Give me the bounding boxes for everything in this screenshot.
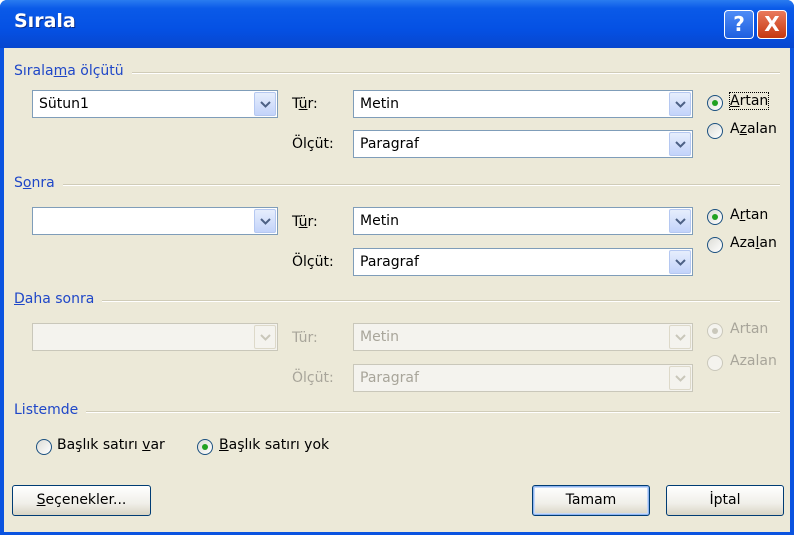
cancel-button[interactable]: İptal xyxy=(666,485,784,516)
sort-by-type-value: Metin xyxy=(360,96,399,112)
then-by-2-type-select[interactable]: Metin xyxy=(353,323,693,351)
help-button[interactable]: ? xyxy=(724,10,754,39)
sort-by-type-select[interactable]: Metin xyxy=(353,90,693,118)
then-by-2-descending-label[interactable]: Azalan xyxy=(730,353,777,369)
chevron-down-icon[interactable] xyxy=(254,209,276,233)
dialog-title: Sırala xyxy=(14,10,76,32)
close-button[interactable]: X xyxy=(757,10,787,39)
sort-by-type-label: Tür: xyxy=(292,96,318,112)
then-by-descending-radio[interactable] xyxy=(707,237,723,253)
sort-by-using-label: Ölçüt: xyxy=(292,136,334,152)
then-by-2-using-value: Paragraf xyxy=(360,370,419,386)
then-by-using-label: Ölçüt: xyxy=(292,254,334,270)
then-by-2-ascending-label[interactable]: Artan xyxy=(730,321,768,337)
no-header-row-label[interactable]: Başlık satırı yok xyxy=(219,437,329,453)
sort-by-column-value: Sütun1 xyxy=(39,96,89,112)
then-by-2-descending-radio[interactable] xyxy=(707,355,723,371)
sort-by-descending-label[interactable]: Azalan xyxy=(730,121,777,137)
chevron-down-icon[interactable] xyxy=(254,92,276,116)
sort-by-column-select[interactable]: Sütun1 xyxy=(32,90,278,118)
no-header-row-radio[interactable] xyxy=(197,439,213,455)
chevron-down-icon[interactable] xyxy=(669,209,691,233)
chevron-down-icon xyxy=(669,325,691,349)
then-by-ascending-radio[interactable] xyxy=(707,209,723,225)
chevron-down-icon[interactable] xyxy=(669,250,691,274)
dialog-body: Sıralama ölçütü Sütun1 Tür: Metin Ölçüt:… xyxy=(4,48,790,532)
sort-by-descending-radio[interactable] xyxy=(707,123,723,139)
header-row-label[interactable]: Başlık satırı var xyxy=(57,437,165,453)
then-by-using-value: Paragraf xyxy=(360,254,419,270)
then-by-type-label: Tür: xyxy=(292,214,318,230)
sort-by-using-value: Paragraf xyxy=(360,136,419,152)
then-by-descending-label[interactable]: Azalan xyxy=(730,235,777,251)
header-row-radio[interactable] xyxy=(36,439,52,455)
then-by-using-select[interactable]: Paragraf xyxy=(353,248,693,276)
then-by-2-divider xyxy=(14,300,780,302)
chevron-down-icon xyxy=(669,366,691,390)
my-list-divider xyxy=(14,411,780,413)
title-bar[interactable]: Sırala ? X xyxy=(0,0,794,48)
then-by-2-type-value: Metin xyxy=(360,329,399,345)
sort-by-ascending-radio[interactable] xyxy=(707,95,723,111)
ok-button[interactable]: Tamam xyxy=(532,485,650,516)
then-by-2-using-label: Ölçüt: xyxy=(292,370,334,386)
then-by-2-label: Daha sonra xyxy=(14,291,103,307)
then-by-type-value: Metin xyxy=(360,213,399,229)
then-by-2-using-select[interactable]: Paragraf xyxy=(353,364,693,392)
sort-by-label: Sıralama ölçütü xyxy=(14,63,132,79)
then-by-2-type-label: Tür: xyxy=(292,330,318,346)
sort-dialog: Sırala ? X Sıralama ölçütü Sütun1 Tür: M… xyxy=(0,0,794,535)
then-by-2-ascending-radio[interactable] xyxy=(707,323,723,339)
options-button[interactable]: Seçenekler... xyxy=(12,485,151,516)
then-by-divider xyxy=(14,184,780,186)
sort-by-ascending-label[interactable]: Artan xyxy=(728,92,770,110)
then-by-label: Sonra xyxy=(14,175,63,191)
then-by-column-select[interactable] xyxy=(32,207,278,235)
chevron-down-icon[interactable] xyxy=(669,92,691,116)
my-list-label: Listemde xyxy=(14,402,87,418)
then-by-2-column-select[interactable] xyxy=(32,323,278,351)
sort-by-using-select[interactable]: Paragraf xyxy=(353,130,693,158)
then-by-ascending-label[interactable]: Artan xyxy=(730,207,768,223)
chevron-down-icon xyxy=(254,325,276,349)
chevron-down-icon[interactable] xyxy=(669,132,691,156)
then-by-type-select[interactable]: Metin xyxy=(353,207,693,235)
